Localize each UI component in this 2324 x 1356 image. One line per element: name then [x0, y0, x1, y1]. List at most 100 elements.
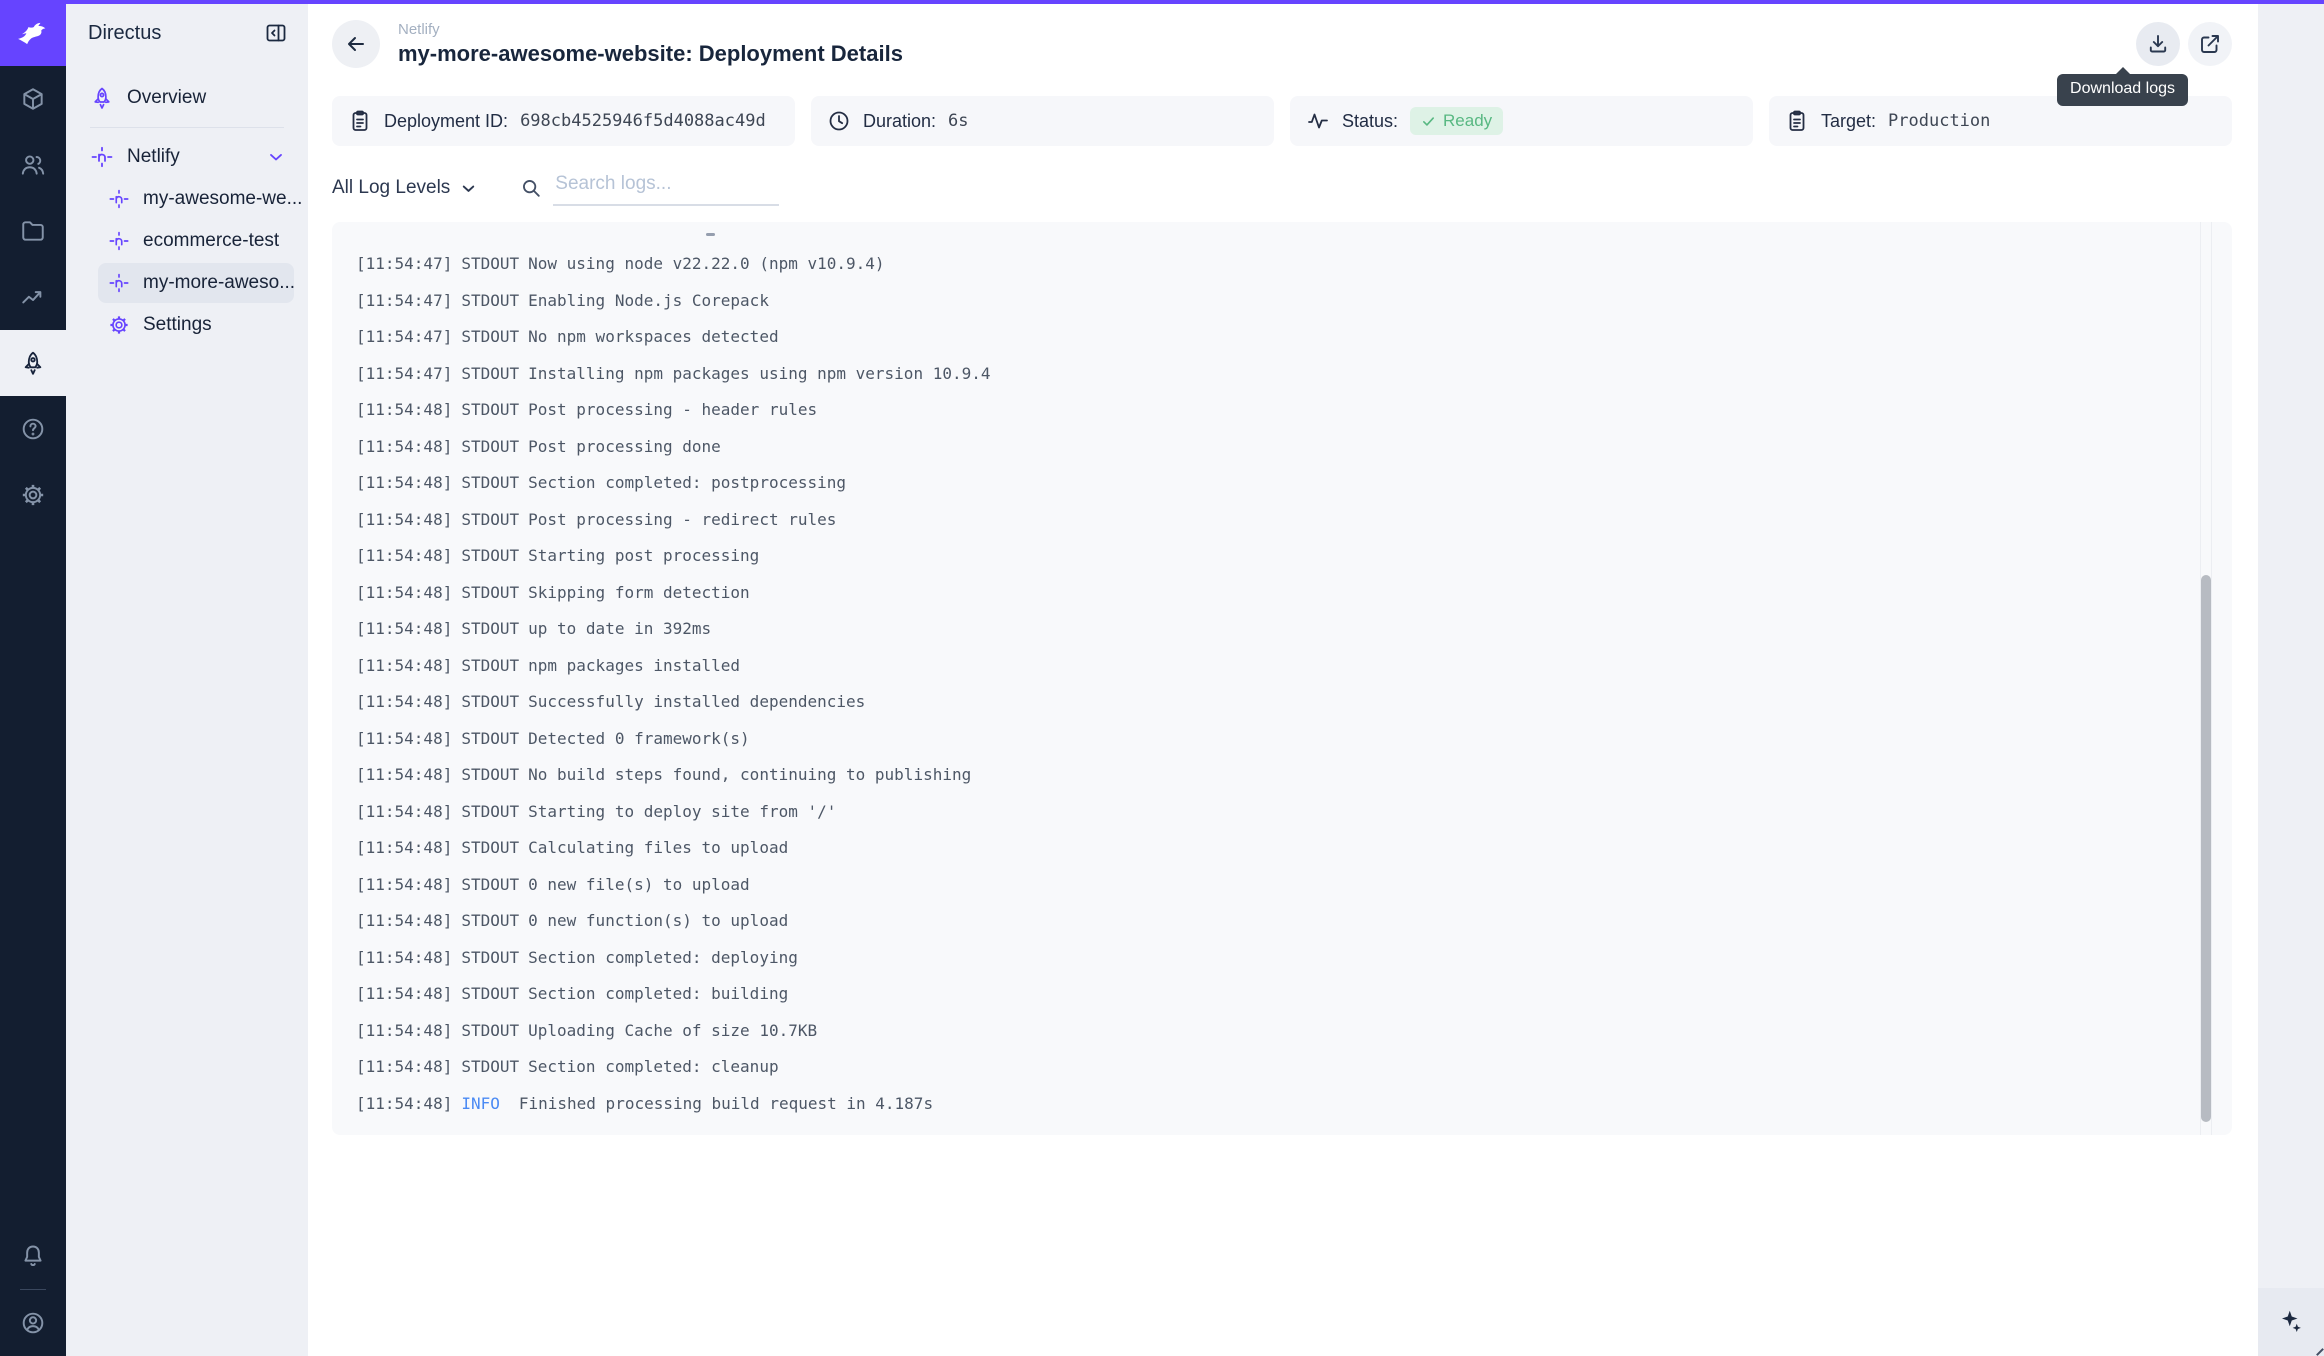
duration-card: Duration: 6s	[811, 96, 1274, 146]
account-icon	[20, 1310, 46, 1336]
log-level: STDOUT	[461, 1021, 519, 1040]
sidebar-item-my-awesome-website[interactable]: my-awesome-we...	[98, 179, 294, 219]
directus-logo[interactable]	[0, 0, 66, 66]
log-level: STDOUT	[461, 656, 519, 675]
log-message: Finished processing build request in 4.1…	[519, 1094, 933, 1113]
external-link-icon	[2198, 32, 2222, 56]
account-button[interactable]	[0, 1290, 66, 1356]
sidebar-item-ecommerce-test[interactable]: ecommerce-test	[98, 221, 294, 261]
clipped-log-line	[706, 233, 715, 236]
log-level: INFO	[461, 1094, 500, 1113]
log-timestamp: [11:54:48]	[356, 948, 452, 967]
right-sidebar-collapsed[interactable]	[2258, 0, 2324, 1356]
download-icon	[2146, 32, 2170, 56]
log-scrollbar-thumb[interactable]	[2201, 575, 2211, 1122]
log-level-select[interactable]: All Log Levels	[332, 177, 478, 199]
log-level: STDOUT	[461, 838, 519, 857]
deployment-id-card: Deployment ID: 698cb4525946f5d4088ac49d	[332, 96, 795, 146]
log-message: Section completed: postprocessing	[528, 473, 846, 492]
rocket-icon	[90, 86, 114, 110]
card-label: Duration:	[863, 111, 936, 132]
module-users-button[interactable]	[0, 132, 66, 198]
header-actions: Download logs	[2136, 22, 2232, 66]
module-insights-button[interactable]	[0, 264, 66, 330]
netlify-site-icon	[108, 188, 130, 210]
card-label: Deployment ID:	[384, 111, 508, 132]
log-timestamp: [11:54:47]	[356, 291, 452, 310]
chevron-down-icon[interactable]	[266, 147, 286, 167]
help-icon	[20, 416, 46, 442]
log-viewer[interactable]: [11:54:47] STDOUT Now using node v22.22.0 …	[332, 222, 2232, 1135]
sidebar-item-label: Settings	[143, 314, 212, 336]
page-header: Netlify my-more-awesome-website: Deploym…	[332, 0, 2232, 88]
log-level: STDOUT	[461, 948, 519, 967]
log-timestamp: [11:54:48]	[356, 765, 452, 784]
folder-icon	[20, 218, 46, 244]
log-level: STDOUT	[461, 619, 519, 638]
navigation-sidebar: Directus Overview Netlify my-awesome-	[66, 0, 308, 1356]
log-line: [11:54:48]STDOUTSection completed: postp…	[356, 465, 2172, 502]
log-timestamp: [11:54:48]	[356, 911, 452, 930]
log-timestamp: [11:54:47]	[356, 254, 452, 273]
log-timestamp: [11:54:48]	[356, 984, 452, 1003]
log-line: [11:54:48]STDOUTSection completed: clean…	[356, 1049, 2172, 1086]
log-line: [11:54:48]STDOUTStarting to deploy site …	[356, 794, 2172, 831]
card-label: Target:	[1821, 111, 1876, 132]
log-level: STDOUT	[461, 802, 519, 821]
log-timestamp: [11:54:48]	[356, 1094, 452, 1113]
log-level: STDOUT	[461, 984, 519, 1003]
log-line: [11:54:48]STDOUT0 new function(s) to upl…	[356, 903, 2172, 940]
module-netlify-button[interactable]	[0, 330, 66, 396]
log-message: Starting to deploy site from '/'	[528, 802, 836, 821]
log-timestamp: [11:54:47]	[356, 327, 452, 346]
search-input[interactable]	[553, 171, 779, 206]
download-logs-button[interactable]	[2136, 22, 2180, 66]
collapse-sidebar-icon[interactable]	[264, 21, 288, 45]
log-timestamp: [11:54:48]	[356, 838, 452, 857]
log-message: Section completed: deploying	[528, 948, 798, 967]
notifications-button[interactable]	[0, 1223, 66, 1289]
log-level: STDOUT	[461, 875, 519, 894]
download-logs-tooltip: Download logs	[2057, 74, 2188, 106]
module-help-button[interactable]	[0, 396, 66, 462]
module-content-button[interactable]	[0, 66, 66, 132]
module-files-button[interactable]	[0, 198, 66, 264]
open-in-netlify-button[interactable]	[2188, 22, 2232, 66]
log-line: [11:54:48]STDOUTPost processing - redire…	[356, 502, 2172, 539]
sidebar-item-my-more-awesome-website[interactable]: my-more-aweso...	[98, 263, 294, 303]
log-message: npm packages installed	[528, 656, 740, 675]
netlify-site-icon	[108, 230, 130, 252]
log-level: STDOUT	[461, 911, 519, 930]
log-line: [11:54:48]STDOUTSuccessfully installed d…	[356, 684, 2172, 721]
sidebar-item-label: my-awesome-we...	[143, 188, 302, 210]
check-icon	[1421, 114, 1436, 129]
log-message: Post processing - header rules	[528, 400, 817, 419]
log-message: Now using node v22.22.0 (npm v10.9.4)	[528, 254, 884, 273]
log-level-select-label: All Log Levels	[332, 177, 450, 199]
log-message: up to date in 392ms	[528, 619, 711, 638]
log-line: [11:54:48]STDOUTCalculating files to upl…	[356, 830, 2172, 867]
log-timestamp: [11:54:48]	[356, 437, 452, 456]
sidebar-item-overview[interactable]: Overview	[80, 78, 294, 118]
log-message: Detected 0 framework(s)	[528, 729, 750, 748]
log-timestamp: [11:54:48]	[356, 692, 452, 711]
chevron-down-icon	[459, 179, 478, 198]
sidebar-item-settings[interactable]: Settings	[98, 305, 294, 345]
log-line: [11:54:48] INFO Finished processing build …	[356, 1086, 2172, 1123]
back-button[interactable]	[332, 20, 380, 68]
netlify-site-icon	[108, 272, 130, 294]
gear-icon	[20, 482, 46, 508]
log-line: [11:54:48]STDOUTDetected 0 framework(s)	[356, 721, 2172, 758]
log-level: STDOUT	[461, 473, 519, 492]
log-message: 0 new file(s) to upload	[528, 875, 750, 894]
log-line: [11:54:47]STDOUTNo npm workspaces detect…	[356, 319, 2172, 356]
log-level: STDOUT	[461, 510, 519, 529]
module-settings-button[interactable]	[0, 462, 66, 528]
sidebar-header: Directus	[66, 0, 308, 66]
log-line: [11:54:48] STDOUT Section completed: build…	[356, 976, 2172, 1013]
log-message: Section completed: building	[528, 984, 788, 1003]
log-message: Starting post processing	[528, 546, 759, 565]
log-timestamp: [11:54:47]	[356, 364, 452, 383]
sidebar-item-netlify[interactable]: Netlify	[80, 137, 294, 177]
module-bar	[0, 0, 66, 1356]
